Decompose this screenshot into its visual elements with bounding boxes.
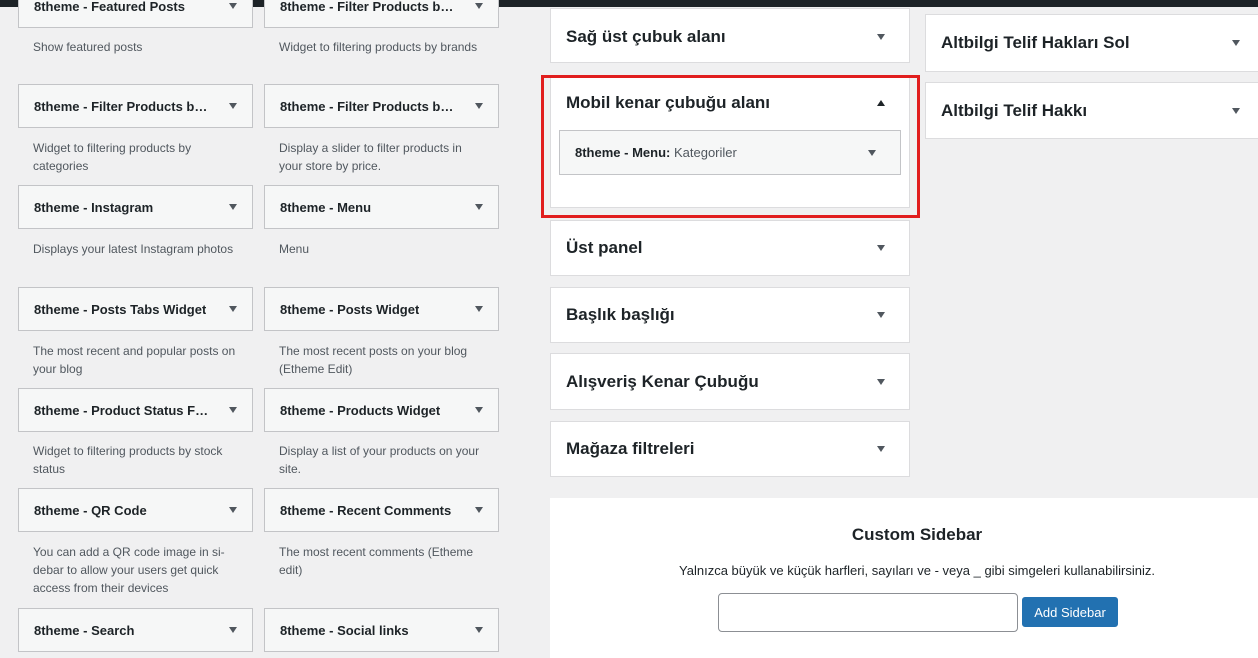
custom-sidebar-panel: Custom Sidebar Yalnızca büyük ve küçük h… [550,498,1258,658]
widget-description: The most recent comments (Etheme edit) [279,545,474,577]
sidebar-sag-ust-cubuk[interactable]: Sağ üst çubuk alanı [550,8,910,63]
widget-description: Widget to filtering products by categori… [33,141,192,173]
chevron-down-icon [229,407,237,413]
chevron-down-icon[interactable] [877,446,885,452]
chevron-down-icon[interactable] [877,245,885,251]
widget-products[interactable]: 8theme - Products Widget [264,388,499,432]
widget-filter-categories[interactable]: 8theme - Filter Products by Categories [18,84,253,128]
chevron-down-icon [475,204,483,210]
chevron-down-icon[interactable] [877,33,885,40]
widget-instagram[interactable]: 8theme - Instagram [18,185,253,229]
custom-sidebar-note: Yalnızca büyük ve küçük harfleri, sayıla… [679,563,1155,578]
sidebar-ust-panel[interactable]: Üst panel [550,220,910,276]
chevron-down-icon [475,627,483,633]
widget-description: Display a slider to filter products in y… [279,141,462,173]
highlight-box [541,75,920,218]
widget-description: Widget to filtering products by stock st… [33,444,223,476]
chevron-down-icon [475,407,483,413]
chevron-down-icon [229,627,237,633]
chevron-down-icon [229,103,237,109]
widget-social-links[interactable]: 8theme - Social links [264,608,499,652]
chevron-down-icon [475,103,483,109]
custom-sidebar-title: Custom Sidebar [851,525,983,544]
widget-filter-brands[interactable]: 8theme - Filter Products by Brands [264,0,499,28]
chevron-down-icon[interactable] [1232,107,1240,114]
add-sidebar-button[interactable]: Add Sidebar [1022,597,1118,627]
widget-search[interactable]: 8theme - Search [18,608,253,652]
widget-description: The most recent and popular posts on you… [33,344,236,376]
widget-posts-tabs[interactable]: 8theme - Posts Tabs Widget [18,287,253,331]
chevron-down-icon [229,306,237,312]
chevron-down-icon[interactable] [877,312,885,318]
widget-product-status[interactable]: 8theme - Product Status Filter [18,388,253,432]
widget-description: Display a list of your products on your … [279,444,480,476]
widget-posts[interactable]: 8theme - Posts Widget [264,287,499,331]
sidebar-magaza-filtreleri[interactable]: Mağaza filtreleri [550,421,910,477]
widget-description: Menu [279,242,310,256]
chevron-down-icon [229,507,237,513]
sidebar-alisveris-kenar[interactable]: Alışveriş Kenar Çubuğu [550,353,910,410]
sidebar-altbilgi-telif[interactable]: Altbilgi Telif Hakkı [925,82,1258,139]
widget-description: You can add a QR code image in si-debar … [33,545,225,595]
chevron-down-icon [229,204,237,210]
chevron-down-icon [229,3,237,9]
widget-recent-comments[interactable]: 8theme - Recent Comments [264,488,499,532]
chevron-down-icon [475,306,483,312]
widget-description: Displays your latest Instagram photos [33,242,234,256]
widget-filter-price[interactable]: 8theme - Filter Products by Price [264,84,499,128]
widget-description: Widget to filtering products by brands [279,40,478,54]
sidebar-altbilgi-telif-sol[interactable]: Altbilgi Telif Hakları Sol [925,14,1258,72]
chevron-down-icon[interactable] [1232,40,1240,46]
chevron-down-icon [475,507,483,513]
sidebar-baslik-basligi[interactable]: Başlık başlığı [550,287,910,343]
sidebar-name-input[interactable] [718,593,1018,632]
chevron-down-icon[interactable] [877,378,885,385]
widget-featured-posts[interactable]: 8theme - Featured Posts [18,0,253,28]
widget-description: Show featured posts [33,40,143,54]
widget-menu[interactable]: 8theme - Menu [264,185,499,229]
widget-description: The most recent posts on your blog (Ethe… [279,344,468,376]
widget-qr-code[interactable]: 8theme - QR Code [18,488,253,532]
chevron-down-icon [475,3,483,9]
